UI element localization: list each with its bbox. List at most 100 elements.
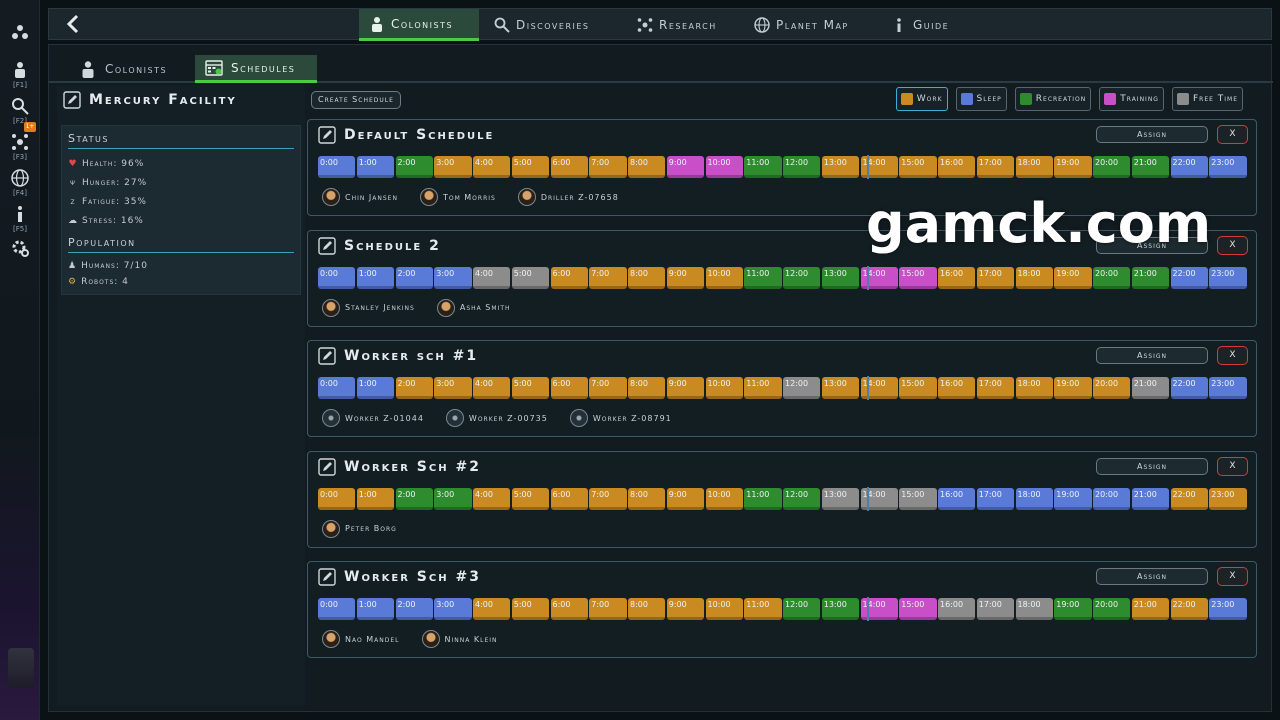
hour-slot[interactable]: 8:00 [628,266,666,289]
edit-icon[interactable] [318,568,336,586]
tab-planet-map[interactable]: Planet Map [744,9,859,41]
create-schedule-button[interactable]: Create Schedule [311,91,401,109]
hour-slot[interactable]: 21:00 [1131,598,1169,620]
hour-slot[interactable]: 4:00 [473,487,511,510]
hour-slot[interactable]: 21:00 [1131,487,1169,510]
hour-slot[interactable]: 8:00 [628,487,666,510]
hour-slot[interactable]: 2:00 [395,266,433,289]
hour-slot[interactable]: 18:00 [1015,266,1053,289]
tab-discoveries[interactable]: Discoveries [484,9,600,41]
hour-slot[interactable]: 13:00 [821,266,859,289]
hour-slot[interactable]: 23:00 [1209,487,1247,510]
hour-slot[interactable]: 18:00 [1015,156,1053,178]
edit-icon[interactable] [318,126,336,144]
assignee-item[interactable]: Worker Z-00735 [445,409,548,427]
assignee-item[interactable]: Ninna Klein [421,630,498,648]
hour-slot[interactable]: 10:00 [705,266,743,289]
hour-slot[interactable]: 13:00 [821,377,859,399]
remove-schedule-button[interactable]: X [1217,235,1248,255]
hour-slot[interactable]: 9:00 [666,156,704,178]
hour-slot[interactable]: 19:00 [1054,156,1092,178]
leftbar-item-settings[interactable] [4,238,36,274]
hour-slot[interactable]: 21:00 [1131,377,1169,399]
tab-guide[interactable]: Guide [881,9,959,41]
hour-slot[interactable]: 0:00 [318,487,356,510]
hour-slot[interactable]: 23:00 [1209,156,1247,178]
tab-research[interactable]: Research [627,9,727,41]
assignee-item[interactable]: Worker Z-01044 [322,409,424,427]
hour-slot[interactable]: 18:00 [1015,487,1053,510]
hour-slot[interactable]: 5:00 [511,377,549,399]
hour-slot[interactable]: 12:00 [783,487,821,510]
hour-slot[interactable]: 10:00 [705,156,743,178]
remove-schedule-button[interactable]: X [1217,346,1248,365]
hour-slot[interactable]: 9:00 [666,598,704,620]
hour-slot[interactable]: 18:00 [1015,377,1053,399]
hour-slot[interactable]: 16:00 [938,487,976,510]
hour-slot[interactable]: 6:00 [550,487,588,510]
edit-icon[interactable] [318,236,336,255]
hour-slot[interactable]: 1:00 [356,377,394,399]
assign-button[interactable]: Assign [1096,457,1208,475]
hour-slot[interactable]: 13:00 [821,598,859,620]
hour-slot[interactable]: 12:00 [783,266,821,289]
hour-slot[interactable]: 13:00 [821,487,859,510]
hour-slot[interactable]: 15:00 [899,598,937,620]
hour-slot[interactable]: 22:00 [1170,156,1208,178]
legend-work[interactable]: Work [895,87,948,111]
hour-slot[interactable]: 19:00 [1054,266,1092,289]
hour-slot[interactable]: 6:00 [550,156,588,178]
hour-slot[interactable]: 11:00 [744,377,782,399]
hour-slot[interactable]: 9:00 [666,377,704,399]
edit-icon[interactable] [318,457,336,476]
hour-slot[interactable]: 22:00 [1170,487,1208,510]
hour-slot[interactable]: 20:00 [1093,377,1131,399]
hour-slot[interactable]: 10:00 [705,598,743,620]
hour-slot[interactable]: 8:00 [628,598,666,620]
hour-slot[interactable]: 0:00 [318,598,356,620]
hour-slot[interactable]: 15:00 [899,156,937,178]
legend-free-time[interactable]: Free Time [1171,87,1243,111]
hour-slot[interactable]: 19:00 [1054,487,1092,510]
leftbar-item-guide[interactable]: [F5] [4,204,36,240]
hour-slot[interactable]: 16:00 [938,266,976,289]
assignee-item[interactable]: Peter Borg [322,519,397,538]
hour-slot[interactable]: 5:00 [511,598,549,620]
hour-slot[interactable]: 15:00 [899,377,937,399]
assignee-item[interactable]: Tom Morris [419,188,496,206]
hour-slot[interactable]: 2:00 [395,487,433,510]
hour-slot[interactable]: 20:00 [1093,156,1131,178]
hour-slot[interactable]: 15:00 [899,266,937,289]
hour-slot[interactable]: 8:00 [628,377,666,399]
hour-slot[interactable]: 0:00 [318,156,356,178]
hour-slot[interactable]: 4:00 [473,266,511,289]
hour-slot[interactable]: 11:00 [744,266,782,289]
hour-slot[interactable]: 6:00 [550,598,588,620]
hour-slot[interactable]: 20:00 [1093,266,1131,289]
hour-slot[interactable]: 4:00 [473,598,511,620]
hour-slot[interactable]: 17:00 [976,266,1014,289]
hour-slot[interactable]: 3:00 [434,598,472,620]
hour-slot[interactable]: 10:00 [705,487,743,510]
hour-slot[interactable]: 19:00 [1054,377,1092,399]
legend-training[interactable]: Training [1099,87,1164,111]
hour-slot[interactable]: 0:00 [318,266,356,289]
hour-slot[interactable]: 3:00 [434,377,472,399]
hour-slot[interactable]: 22:00 [1170,598,1208,620]
hour-slot[interactable]: 7:00 [589,598,627,620]
hour-slot[interactable]: 3:00 [434,156,472,178]
hour-slot[interactable]: 8:00 [628,156,666,178]
hour-slot[interactable]: 2:00 [395,598,433,620]
hour-slot[interactable]: 15:00 [899,487,937,510]
remove-schedule-button[interactable]: X [1217,456,1248,476]
hour-slot[interactable]: 3:00 [434,266,472,289]
edit-icon[interactable] [318,347,336,365]
hour-slot[interactable]: 21:00 [1131,266,1169,289]
hour-slot[interactable]: 4:00 [473,377,511,399]
legend-recreation[interactable]: Recreation [1014,87,1092,111]
leftbar-item-colonists[interactable]: [F1] [4,60,36,96]
hour-slot[interactable]: 0:00 [318,377,356,399]
hour-slot[interactable]: 5:00 [511,156,549,178]
assignee-item[interactable]: Chin Jansen [322,188,398,206]
legend-sleep[interactable]: Sleep [955,87,1007,111]
